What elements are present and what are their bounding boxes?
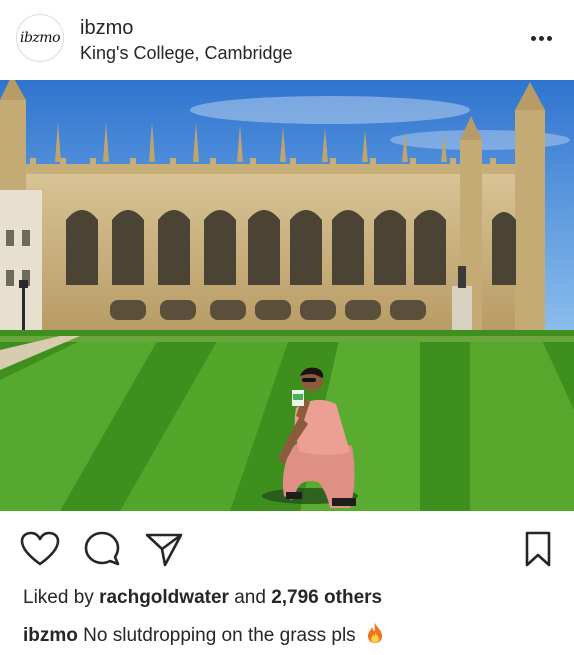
likes-and: and [234, 587, 266, 608]
post-location[interactable]: King's College, Cambridge [80, 43, 293, 64]
likes-prefix: Liked by [23, 587, 94, 608]
paper-plane-icon[interactable] [144, 531, 184, 567]
caption-text: No slutdropping on the grass pls [83, 625, 356, 646]
heart-icon[interactable] [20, 531, 60, 567]
liker-username[interactable]: rachgoldwater [99, 587, 229, 608]
likes-others-link[interactable]: 2,796 others [271, 587, 382, 608]
fire-icon [367, 623, 382, 643]
comment-icon[interactable] [82, 531, 122, 567]
bookmark-icon[interactable] [520, 531, 556, 567]
photo-illustration [0, 80, 574, 511]
more-options-icon[interactable] [528, 34, 556, 44]
post-header: ibzmo ibzmo King's College, Cambridge [0, 0, 574, 80]
avatar-logo-text: ibzmo [19, 30, 61, 46]
post-photo[interactable] [0, 80, 574, 511]
caption: ibzmo No slutdropping on the grass pls [23, 622, 385, 647]
post-username[interactable]: ibzmo [80, 17, 133, 40]
action-bar [0, 511, 574, 585]
avatar[interactable]: ibzmo [16, 14, 64, 62]
caption-username[interactable]: ibzmo [23, 625, 78, 646]
likes-line: Liked by rachgoldwater and 2,796 others [23, 587, 382, 609]
